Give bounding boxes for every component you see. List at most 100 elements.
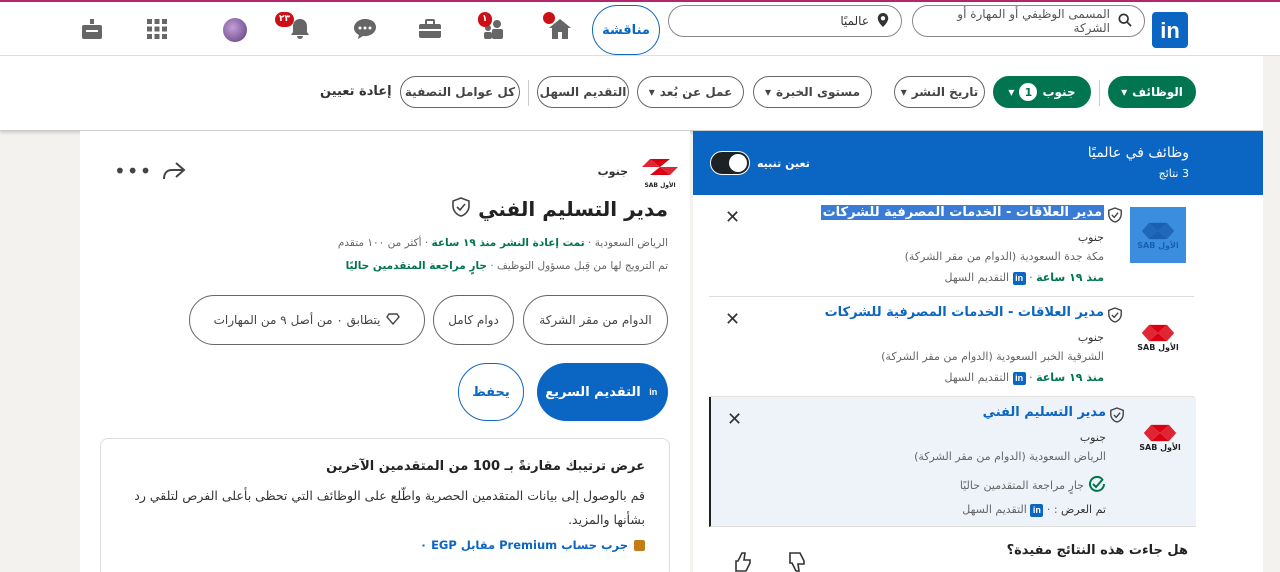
page-right-gutter <box>1263 56 1280 572</box>
filter-bar: الوظائف ▾ جنوب 1 ▾ تاريخ النشر ▾ مستوى ا… <box>0 56 1263 131</box>
linkedin-logo[interactable]: in <box>1152 12 1188 48</box>
sab-hexagon-icon <box>1143 424 1177 441</box>
keyword-search-input[interactable]: المسمى الوظيفي أو المهارة أو الشركة <box>912 5 1145 37</box>
profile-avatar[interactable] <box>223 18 247 42</box>
easy-apply-label: التقديم السهل <box>539 85 627 99</box>
location-pin-icon <box>877 12 889 30</box>
more-options-icon[interactable]: ••• <box>114 159 152 183</box>
reset-filters-button[interactable]: إعادة تعيين <box>320 84 392 99</box>
detail-location: الرياض السعودية <box>594 237 668 249</box>
job-alert-label: تعين تنبيه <box>757 157 810 170</box>
location-value: عالميًا <box>840 14 869 28</box>
skills-match-label: يتطابق ٠ من أصل ٩ من المهارات <box>213 313 381 327</box>
date-posted-label: تاريخ النشر <box>911 85 979 99</box>
all-filters-pill[interactable]: كل عوامل التصفية <box>400 76 520 108</box>
south-filter-count: 1 <box>1019 83 1038 101</box>
verified-shield-icon <box>1108 307 1122 327</box>
detail-applicants: أكثر من ١٠٠ متقدم <box>337 237 422 249</box>
job-card-company: جنوب <box>1079 431 1106 444</box>
job-card-location: الشرقية الخبر السعودية (الدوام من مقر ال… <box>881 350 1104 363</box>
job-card-location: مكة جدة السعودية (الدوام من مقر الشركة) <box>904 250 1104 263</box>
list-header-count: 3 نتائج <box>1158 167 1189 180</box>
skills-match-chip[interactable]: يتطابق ٠ من أصل ٩ من المهارات <box>189 295 425 345</box>
job-card[interactable]: الأول SAB مدير العلاقات - الخدمات المصرف… <box>709 297 1194 397</box>
top-navigation-bar: in المسمى الوظيفي أو المهارة أو الشركة ع… <box>0 0 1280 56</box>
easy-apply-button[interactable]: in التقديم السريع <box>537 363 668 421</box>
job-card-footer: منذ ١٩ ساعة · in التقديم السهل <box>944 371 1104 385</box>
my-network-nav[interactable]: ١ <box>478 12 507 42</box>
fulltime-chip[interactable]: دوام كامل <box>433 295 514 345</box>
linkedin-mini-icon: in <box>646 385 660 399</box>
linkedin-mini-icon: in <box>1030 503 1044 517</box>
job-alert-toggle[interactable] <box>710 151 750 175</box>
verified-shield-icon <box>452 197 470 221</box>
post-job-nav[interactable] <box>79 16 105 42</box>
detail-reviewing: جارٍ مراجعة المتقدمين حاليًا <box>345 260 487 272</box>
network-badge: ١ <box>478 12 492 27</box>
dismiss-job-icon[interactable]: ✕ <box>727 409 742 430</box>
easy-apply-button-label: التقديم السريع <box>545 384 641 400</box>
job-card-company: جنوب <box>1077 231 1104 244</box>
caret-down-icon: ▾ <box>1121 85 1128 99</box>
job-card-location: الرياض السعودية (الدوام من مقر الشركة) <box>914 450 1106 463</box>
linkedin-mini-icon: in <box>1012 371 1026 385</box>
notifications-nav[interactable]: ٢٣ <box>275 12 313 42</box>
south-filter-label: جنوب <box>1042 85 1076 99</box>
save-button[interactable]: يحفظ <box>458 363 524 421</box>
all-filters-label: كل عوامل التصفية <box>404 85 516 99</box>
jobs-nav[interactable] <box>417 16 443 42</box>
job-card-company: جنوب <box>1077 331 1104 344</box>
apps-grid-nav[interactable] <box>144 16 170 42</box>
jobs-filter-label: الوظائف <box>1132 85 1183 99</box>
premium-body: قم بالوصول إلى بيانات المتقدمين الحصرية … <box>134 488 645 527</box>
job-card-reviewing-line: جارٍ مراجعة المتقدمين حاليًا <box>960 475 1106 496</box>
briefcase-plus-icon <box>82 19 102 39</box>
job-card-posted: منذ ١٩ ساعة <box>1036 371 1104 384</box>
job-card-title[interactable]: مدير العلاقات - الخدمات المصرفية للشركات <box>825 305 1104 320</box>
remote-label: عمل عن بُعد <box>659 85 733 99</box>
location-search-input[interactable]: عالميًا <box>668 5 902 37</box>
compete-button[interactable]: مناقشة <box>592 5 660 55</box>
job-list-header: وظائف في عالميًا 3 نتائج تعين تنبيه <box>693 131 1263 195</box>
date-posted-pill[interactable]: تاريخ النشر ▾ <box>894 76 985 108</box>
caret-down-icon: ▾ <box>900 85 907 99</box>
filter-divider <box>1099 80 1100 106</box>
check-circle-icon <box>1088 475 1106 496</box>
job-card-footer: منذ ١٩ ساعة · in التقديم السهل <box>944 271 1104 285</box>
home-nav[interactable] <box>543 12 573 42</box>
detail-company-logo[interactable]: الأول SAB <box>640 157 680 189</box>
job-card-title[interactable]: مدير العلاقات - الخدمات المصرفية للشركات <box>820 205 1104 220</box>
filter-divider <box>528 80 529 106</box>
verified-shield-icon <box>1110 407 1124 427</box>
job-card[interactable]: الأول SAB مدير العلاقات - الخدمات المصرف… <box>709 197 1194 297</box>
premium-cta-link[interactable]: جرب حساب Premium مقابل EGP ٠ <box>125 538 645 552</box>
feedback-question: هل جاءت هذه النتائج مفيدة؟ <box>1006 543 1188 558</box>
easy-apply-pill[interactable]: التقديم السهل <box>537 76 629 108</box>
job-card-title[interactable]: مدير التسليم الفني <box>983 405 1106 420</box>
message-icon <box>354 19 376 39</box>
detail-promoted: تم الترويج لها من قِبل مسؤول التوظيف <box>497 260 668 272</box>
job-card-reviewing: جارٍ مراجعة المتقدمين حاليًا <box>959 479 1084 492</box>
job-card-easy-apply: التقديم السهل <box>944 271 1010 284</box>
remote-pill[interactable]: عمل عن بُعد ▾ <box>637 76 744 108</box>
detail-meta-line: الرياض السعودية · تمت إعادة النشر منذ ١٩… <box>337 237 668 249</box>
dismiss-job-icon[interactable]: ✕ <box>725 207 740 228</box>
job-card-posted: منذ ١٩ ساعة <box>1036 271 1104 284</box>
south-filter-pill[interactable]: جنوب 1 ▾ <box>993 76 1091 108</box>
detail-promoted-line: تم الترويج لها من قِبل مسؤول التوظيف · ج… <box>345 260 668 272</box>
list-header-title: وظائف في عالميًا <box>1087 145 1189 161</box>
thumbs-up-icon[interactable] <box>733 551 755 572</box>
search-placeholder: المسمى الوظيفي أو المهارة أو الشركة <box>957 7 1110 35</box>
thumbs-down-icon[interactable] <box>787 551 809 572</box>
experience-level-pill[interactable]: مستوى الخبرة ▾ <box>753 76 872 108</box>
dismiss-job-icon[interactable]: ✕ <box>725 309 740 330</box>
onsite-chip[interactable]: الدوام من مقر الشركة <box>523 295 668 345</box>
jobs-filter-pill[interactable]: الوظائف ▾ <box>1108 76 1196 108</box>
share-icon[interactable] <box>162 161 186 186</box>
detail-company-name[interactable]: جنوب <box>598 165 628 178</box>
detail-reposted: تمت إعادة النشر منذ ١٩ ساعة <box>431 237 585 249</box>
job-card-selected[interactable]: الأول SAB مدير التسليم الفني جنوب الرياض… <box>709 397 1196 527</box>
premium-upsell-card: عرض ترتيبك مقارنةً بـ 100 من المتقدمين ا… <box>100 438 670 572</box>
messaging-nav[interactable] <box>352 16 378 42</box>
sab-hexagon-icon <box>1141 222 1175 239</box>
